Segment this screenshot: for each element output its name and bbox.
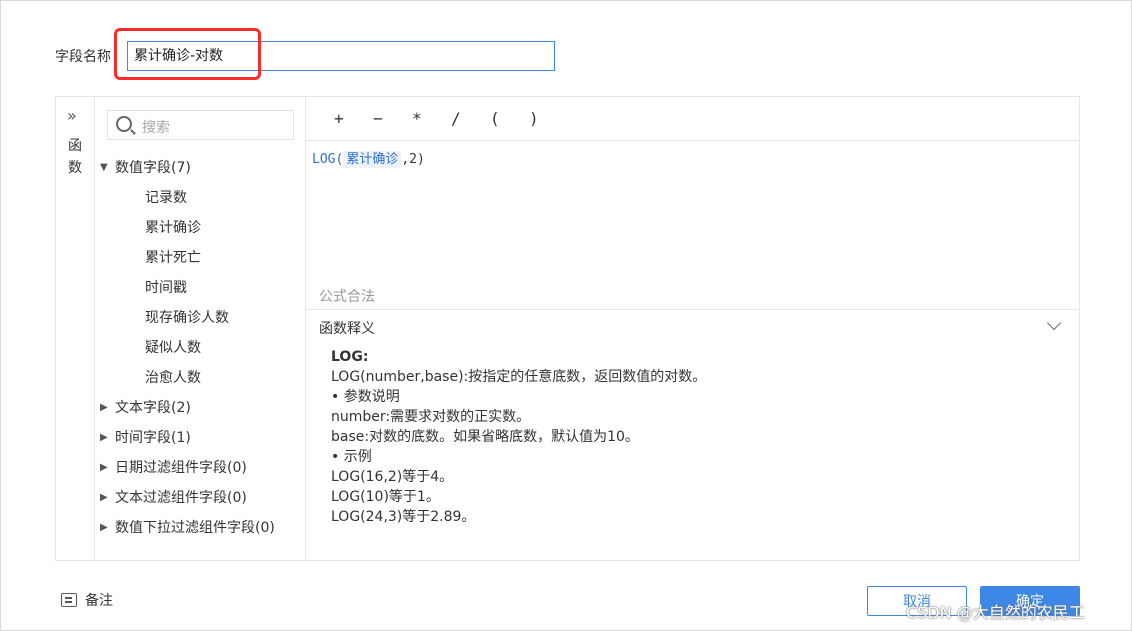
formula-field-token[interactable]: 累计确诊 bbox=[343, 151, 402, 168]
tree-group-label: 文本过滤组件字段(0) bbox=[115, 490, 247, 506]
tree-group-date-filter[interactable]: ▶ 日期过滤组件字段(0) bbox=[95, 452, 306, 482]
expand-icon[interactable]: » bbox=[67, 106, 77, 125]
explanation-line: number:需要求对数的正实数。 bbox=[331, 409, 531, 425]
formula-input[interactable]: LOG(累计确诊 ,2) bbox=[312, 148, 425, 168]
field-tree: ▼ 数值字段(7) 记录数 累计确诊 累计死亡 时间戳 现存确诊人数 疑似人数 … bbox=[95, 152, 306, 542]
search-placeholder: 搜索 bbox=[142, 120, 170, 136]
annotation-highlight-box bbox=[114, 28, 261, 80]
function-explanation-header[interactable]: 函数释义 bbox=[306, 309, 1079, 341]
formula-pane: + − * / ( ) LOG(累计确诊 ,2) 公式合法 函数释义 LOG: L… bbox=[306, 97, 1079, 560]
note-button[interactable]: 备注 bbox=[61, 590, 113, 610]
tree-item[interactable]: 现存确诊人数 bbox=[95, 302, 306, 332]
caret-right-icon[interactable]: ▶ bbox=[95, 492, 115, 503]
search-icon bbox=[116, 116, 132, 132]
function-panel-rail[interactable]: » 函 数 bbox=[56, 97, 95, 560]
formula-suffix: ,2) bbox=[401, 152, 425, 167]
caret-right-icon[interactable]: ▶ bbox=[95, 432, 115, 443]
validation-status: 公式合法 bbox=[319, 289, 375, 305]
function-panel-label: 函 数 bbox=[67, 135, 83, 179]
explanation-line: • 示例 bbox=[331, 449, 372, 465]
explanation-line: LOG(10)等于1。 bbox=[331, 489, 440, 505]
tree-item[interactable]: 治愈人数 bbox=[95, 362, 306, 392]
formula-prefix: LOG( bbox=[312, 152, 344, 167]
caret-right-icon[interactable]: ▶ bbox=[95, 462, 115, 473]
open-paren-button[interactable]: ( bbox=[490, 109, 529, 128]
plus-operator-button[interactable]: + bbox=[334, 109, 373, 128]
function-explanation-title: 函数释义 bbox=[319, 321, 375, 337]
tree-item[interactable]: 时间戳 bbox=[95, 272, 306, 302]
explanation-line: base:对数的底数。如果省略底数，默认值为10。 bbox=[331, 429, 639, 445]
function-label-char: 函 bbox=[68, 138, 82, 154]
tree-group-time[interactable]: ▶ 时间字段(1) bbox=[95, 422, 306, 452]
tree-item[interactable]: 累计确诊 bbox=[95, 212, 306, 242]
watermark: CSDN @大自然的农民工 bbox=[906, 603, 1085, 622]
function-name: LOG: bbox=[331, 349, 369, 365]
tree-group-numeric-dropdown-filter[interactable]: ▶ 数值下拉过滤组件字段(0) bbox=[95, 512, 306, 542]
explanation-line: LOG(number,base):按指定的任意底数，返回数值的对数。 bbox=[331, 369, 707, 385]
tree-group-numeric[interactable]: ▼ 数值字段(7) bbox=[95, 152, 306, 182]
close-paren-button[interactable]: ) bbox=[529, 109, 568, 128]
caret-down-icon[interactable]: ▼ bbox=[95, 162, 115, 173]
tree-item[interactable]: 累计死亡 bbox=[95, 242, 306, 272]
operator-toolbar: + − * / ( ) bbox=[306, 97, 1079, 141]
tree-group-label: 数值字段(7) bbox=[115, 160, 191, 176]
comment-icon bbox=[61, 593, 77, 607]
tree-group-text-filter[interactable]: ▶ 文本过滤组件字段(0) bbox=[95, 482, 306, 512]
function-explanation-body: LOG: LOG(number,base):按指定的任意底数，返回数值的对数。 … bbox=[331, 347, 706, 527]
divide-operator-button[interactable]: / bbox=[451, 109, 490, 128]
chevron-down-icon[interactable] bbox=[1046, 315, 1062, 331]
explanation-line: • 参数说明 bbox=[331, 389, 400, 405]
explanation-line: LOG(24,3)等于2.89。 bbox=[331, 509, 476, 525]
tree-group-label: 日期过滤组件字段(0) bbox=[115, 460, 247, 476]
tree-group-label: 数值下拉过滤组件字段(0) bbox=[115, 520, 275, 536]
tree-group-label: 时间字段(1) bbox=[115, 430, 191, 446]
tree-item[interactable]: 记录数 bbox=[95, 182, 306, 212]
tree-group-text[interactable]: ▶ 文本字段(2) bbox=[95, 392, 306, 422]
formula-editor: » 函 数 搜索 ▼ 数值字段(7) 记录数 累计确诊 累计死亡 时间戳 现存确… bbox=[55, 96, 1080, 561]
caret-right-icon[interactable]: ▶ bbox=[95, 522, 115, 533]
field-tree-pane: 搜索 ▼ 数值字段(7) 记录数 累计确诊 累计死亡 时间戳 现存确诊人数 疑似… bbox=[95, 97, 306, 560]
minus-operator-button[interactable]: − bbox=[373, 109, 412, 128]
field-search-input[interactable]: 搜索 bbox=[107, 110, 294, 140]
calculated-field-dialog: 字段名称 累计确诊-对数 » 函 数 搜索 ▼ 数值字段(7) 记录数 累计确诊 bbox=[0, 0, 1132, 631]
note-label: 备注 bbox=[85, 593, 113, 609]
tree-group-label: 文本字段(2) bbox=[115, 400, 191, 416]
function-label-char: 数 bbox=[68, 160, 82, 176]
explanation-line: LOG(16,2)等于4。 bbox=[331, 469, 454, 485]
caret-right-icon[interactable]: ▶ bbox=[95, 402, 115, 413]
tree-item[interactable]: 疑似人数 bbox=[95, 332, 306, 362]
multiply-operator-button[interactable]: * bbox=[412, 109, 451, 128]
